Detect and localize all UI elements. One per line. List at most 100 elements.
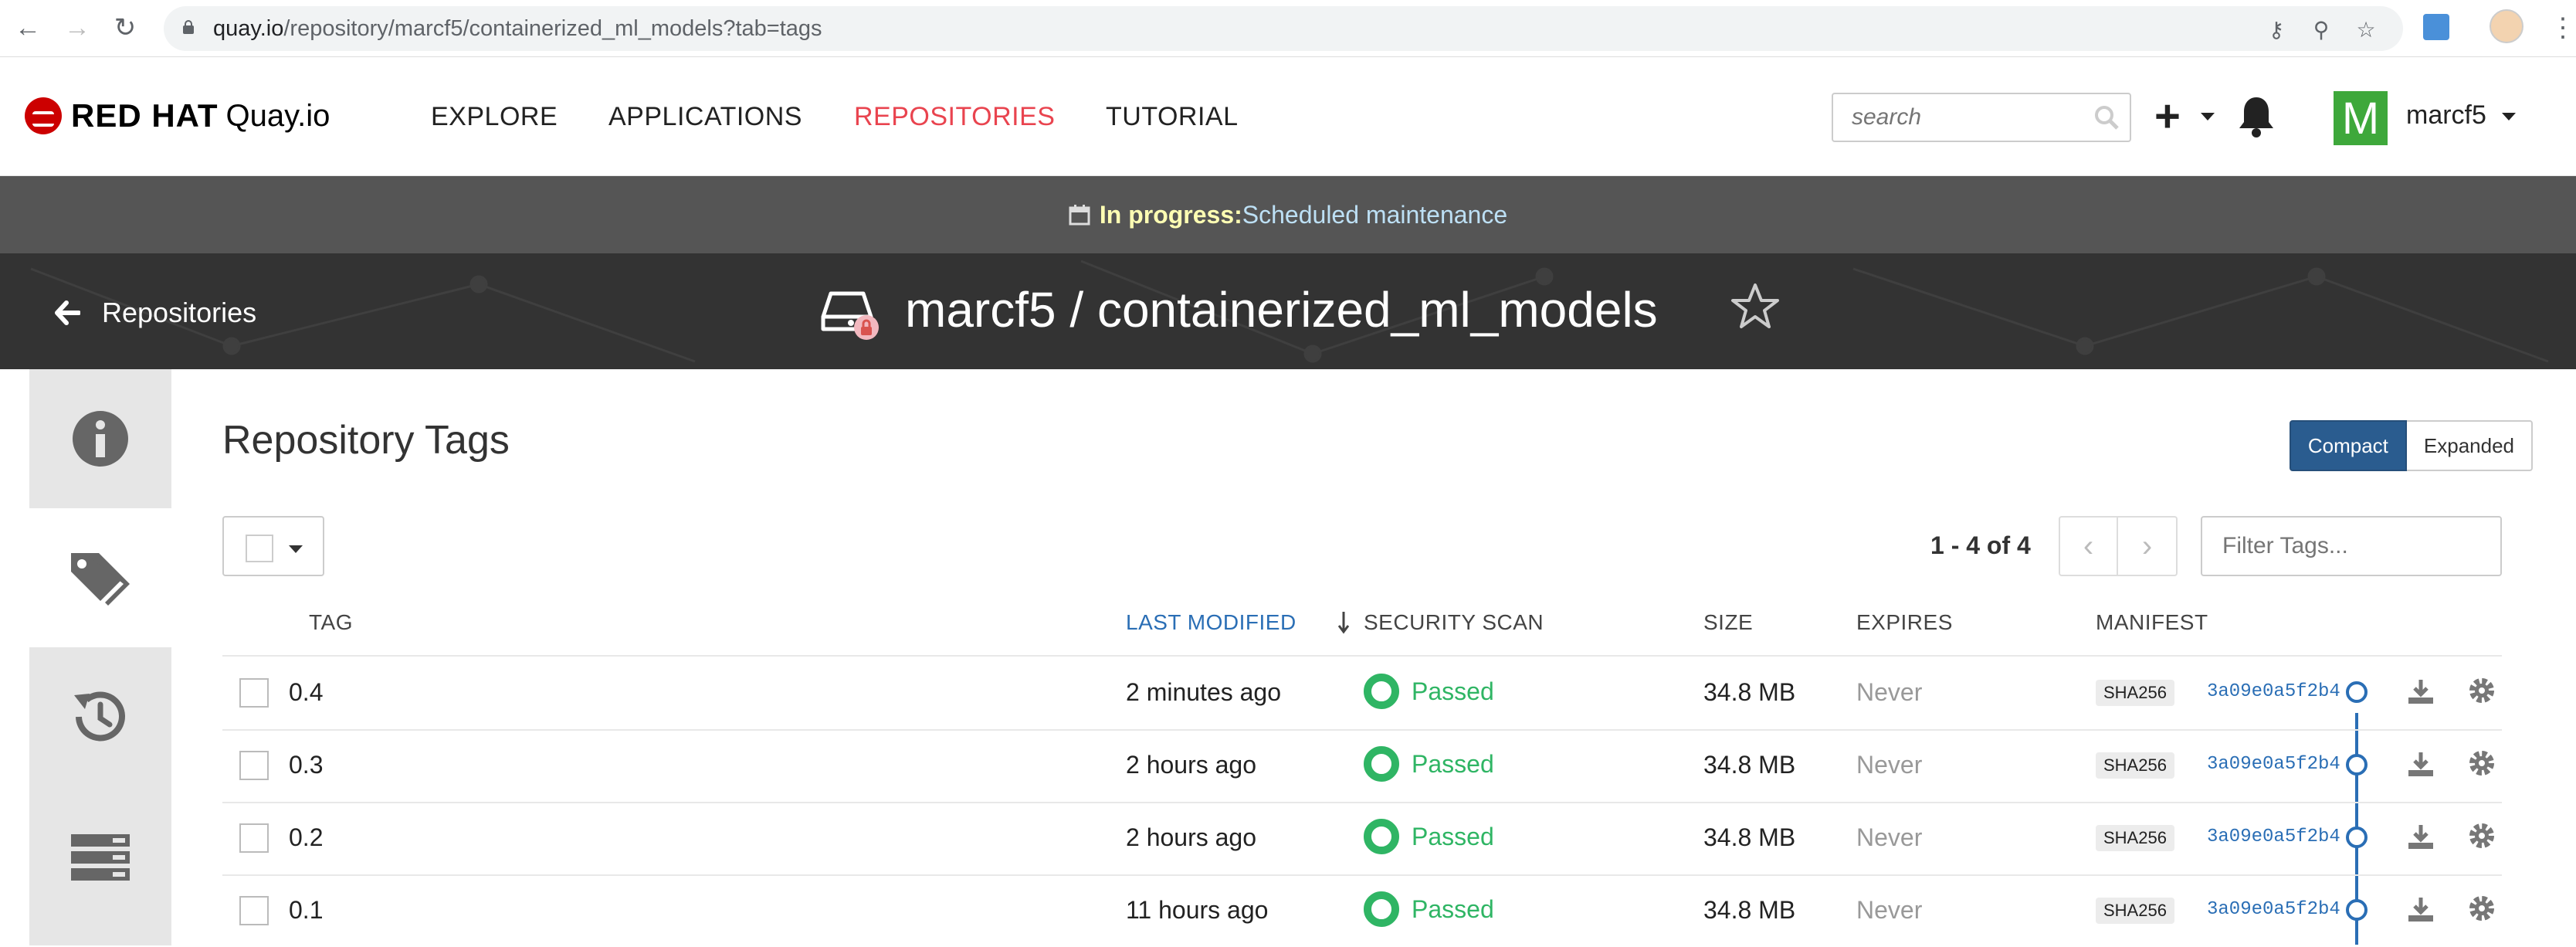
scan-label: Passed bbox=[1412, 894, 1494, 923]
row-checkbox[interactable] bbox=[239, 896, 269, 925]
zoom-icon[interactable]: ⚲ bbox=[2309, 17, 2334, 42]
nav-applications[interactable]: APPLICATIONS bbox=[608, 102, 802, 132]
tab-history[interactable] bbox=[29, 647, 171, 786]
repository-side-nav bbox=[29, 369, 171, 945]
banner-label: In progress: bbox=[1099, 200, 1242, 229]
nav-repositories[interactable]: REPOSITORIES bbox=[854, 102, 1055, 132]
reload-icon[interactable]: ↻ bbox=[108, 11, 142, 45]
logo[interactable]: RED HAT Quay.io bbox=[25, 94, 330, 137]
create-new-icon[interactable]: + bbox=[2154, 94, 2181, 139]
compact-view-button[interactable]: Compact bbox=[2289, 420, 2407, 471]
chevron-down-icon bbox=[289, 545, 303, 553]
select-all-checkbox[interactable] bbox=[246, 535, 273, 562]
repository-panel: Repository Tags Compact Expanded 1 - 4 o… bbox=[29, 369, 2554, 945]
gear-icon[interactable] bbox=[2466, 820, 2497, 851]
menu-dots-icon[interactable]: ⋮ bbox=[2550, 12, 2576, 43]
nav-tutorial[interactable]: TUTORIAL bbox=[1106, 102, 1239, 132]
sha-badge: SHA256 bbox=[2096, 825, 2174, 851]
column-header-expires[interactable]: EXPIRES bbox=[1856, 610, 1953, 635]
scan-label: Passed bbox=[1412, 677, 1494, 705]
logo-brand: RED HAT bbox=[71, 97, 219, 134]
banner-message-link[interactable]: Scheduled maintenance bbox=[1242, 201, 1507, 229]
security-scan-status[interactable]: Passed bbox=[1364, 819, 1494, 854]
column-header-tag[interactable]: TAG bbox=[309, 610, 353, 635]
gear-icon[interactable] bbox=[2466, 748, 2497, 779]
last-modified: 11 hours ago bbox=[1126, 896, 1269, 924]
calendar-icon bbox=[1069, 205, 1090, 226]
filter-tags-input[interactable] bbox=[2201, 516, 2502, 576]
extension-icon[interactable] bbox=[2423, 14, 2449, 40]
column-header-security-scan[interactable]: SECURITY SCAN bbox=[1364, 610, 1544, 635]
back-arrow-icon[interactable]: ← bbox=[11, 11, 45, 45]
manifest-node-icon bbox=[2346, 899, 2368, 921]
scan-passed-icon bbox=[1364, 891, 1399, 927]
forward-arrow-icon[interactable]: → bbox=[60, 11, 94, 45]
user-avatar[interactable]: M bbox=[2334, 91, 2388, 145]
security-scan-status[interactable]: Passed bbox=[1364, 891, 1494, 927]
row-checkbox[interactable] bbox=[239, 823, 269, 853]
scan-passed-icon bbox=[1364, 746, 1399, 782]
tag-name[interactable]: 0.2 bbox=[289, 823, 323, 852]
tag-name[interactable]: 0.3 bbox=[289, 751, 323, 779]
next-page-button[interactable]: › bbox=[2118, 516, 2178, 576]
url-path: /repository/marcf5/containerized_ml_mode… bbox=[283, 16, 822, 41]
back-to-repositories-link[interactable]: Repositories bbox=[54, 297, 256, 329]
username[interactable]: marcf5 bbox=[2406, 100, 2486, 131]
manifest-digest-link[interactable]: 3a09e0a5f2b4 bbox=[2207, 899, 2340, 920]
tag-expires[interactable]: Never bbox=[1856, 751, 1922, 779]
nav-explore[interactable]: EXPLORE bbox=[431, 102, 558, 132]
info-icon bbox=[73, 411, 128, 467]
expanded-view-button[interactable]: Expanded bbox=[2406, 420, 2533, 471]
site-header: RED HAT Quay.io EXPLORE APPLICATIONS REP… bbox=[0, 57, 2576, 176]
table-row: 0.1 11 hours ago Passed 34.8 MB Never SH… bbox=[222, 874, 2502, 947]
browser-toolbar: ← → ↻ quay.io/repository/marcf5/containe… bbox=[0, 0, 2576, 57]
download-icon[interactable] bbox=[2406, 677, 2435, 706]
tab-tags[interactable] bbox=[29, 508, 171, 647]
tab-builds[interactable] bbox=[29, 786, 171, 925]
previous-page-button[interactable]: ‹ bbox=[2059, 516, 2118, 576]
tag-name[interactable]: 0.1 bbox=[289, 896, 323, 925]
search-box bbox=[1832, 93, 2131, 142]
select-all-dropdown[interactable] bbox=[222, 516, 324, 576]
key-icon[interactable]: ⚷ bbox=[2264, 17, 2289, 42]
last-modified: 2 hours ago bbox=[1126, 823, 1257, 851]
manifest-digest-link[interactable]: 3a09e0a5f2b4 bbox=[2207, 754, 2340, 775]
tab-info[interactable] bbox=[29, 369, 171, 508]
download-icon[interactable] bbox=[2406, 822, 2435, 851]
search-icon[interactable] bbox=[2093, 104, 2120, 131]
user-menu-caret-icon[interactable] bbox=[2502, 113, 2516, 120]
sort-descending-icon[interactable] bbox=[1336, 609, 1351, 636]
gear-icon[interactable] bbox=[2466, 893, 2497, 924]
profile-avatar[interactable] bbox=[2490, 9, 2523, 43]
scan-passed-icon bbox=[1364, 674, 1399, 709]
manifest-digest-link[interactable]: 3a09e0a5f2b4 bbox=[2207, 827, 2340, 847]
row-checkbox[interactable] bbox=[239, 751, 269, 780]
tag-name[interactable]: 0.4 bbox=[289, 678, 323, 707]
sha-badge: SHA256 bbox=[2096, 680, 2174, 706]
gear-icon[interactable] bbox=[2466, 675, 2497, 706]
column-header-manifest: MANIFEST bbox=[2096, 610, 2208, 634]
search-input[interactable] bbox=[1833, 94, 2080, 141]
builds-icon bbox=[71, 834, 130, 881]
address-bar[interactable]: quay.io/repository/marcf5/containerized_… bbox=[164, 6, 2403, 51]
star-repository-icon[interactable] bbox=[1730, 281, 1781, 332]
bookmark-star-icon[interactable]: ☆ bbox=[2354, 17, 2378, 42]
column-header-size[interactable]: SIZE bbox=[1703, 610, 1753, 635]
table-row: 0.4 2 minutes ago Passed 34.8 MB Never S… bbox=[222, 657, 2502, 729]
create-caret-icon[interactable] bbox=[2201, 113, 2215, 120]
tag-expires[interactable]: Never bbox=[1856, 678, 1922, 707]
column-header-last-modified[interactable]: LAST MODIFIED bbox=[1126, 610, 1296, 635]
download-icon[interactable] bbox=[2406, 894, 2435, 924]
notifications-bell-icon[interactable] bbox=[2236, 94, 2276, 139]
url-text: quay.io/repository/marcf5/containerized_… bbox=[213, 16, 822, 42]
security-scan-status[interactable]: Passed bbox=[1364, 746, 1494, 782]
security-scan-status[interactable]: Passed bbox=[1364, 674, 1494, 709]
manifest-digest-link[interactable]: 3a09e0a5f2b4 bbox=[2207, 681, 2340, 702]
download-icon[interactable] bbox=[2406, 749, 2435, 779]
tags-content: Repository Tags Compact Expanded 1 - 4 o… bbox=[222, 369, 2533, 947]
tag-expires[interactable]: Never bbox=[1856, 896, 1922, 925]
back-label: Repositories bbox=[102, 297, 257, 328]
row-checkbox[interactable] bbox=[239, 678, 269, 708]
tag-expires[interactable]: Never bbox=[1856, 823, 1922, 852]
last-modified: 2 minutes ago bbox=[1126, 678, 1282, 706]
